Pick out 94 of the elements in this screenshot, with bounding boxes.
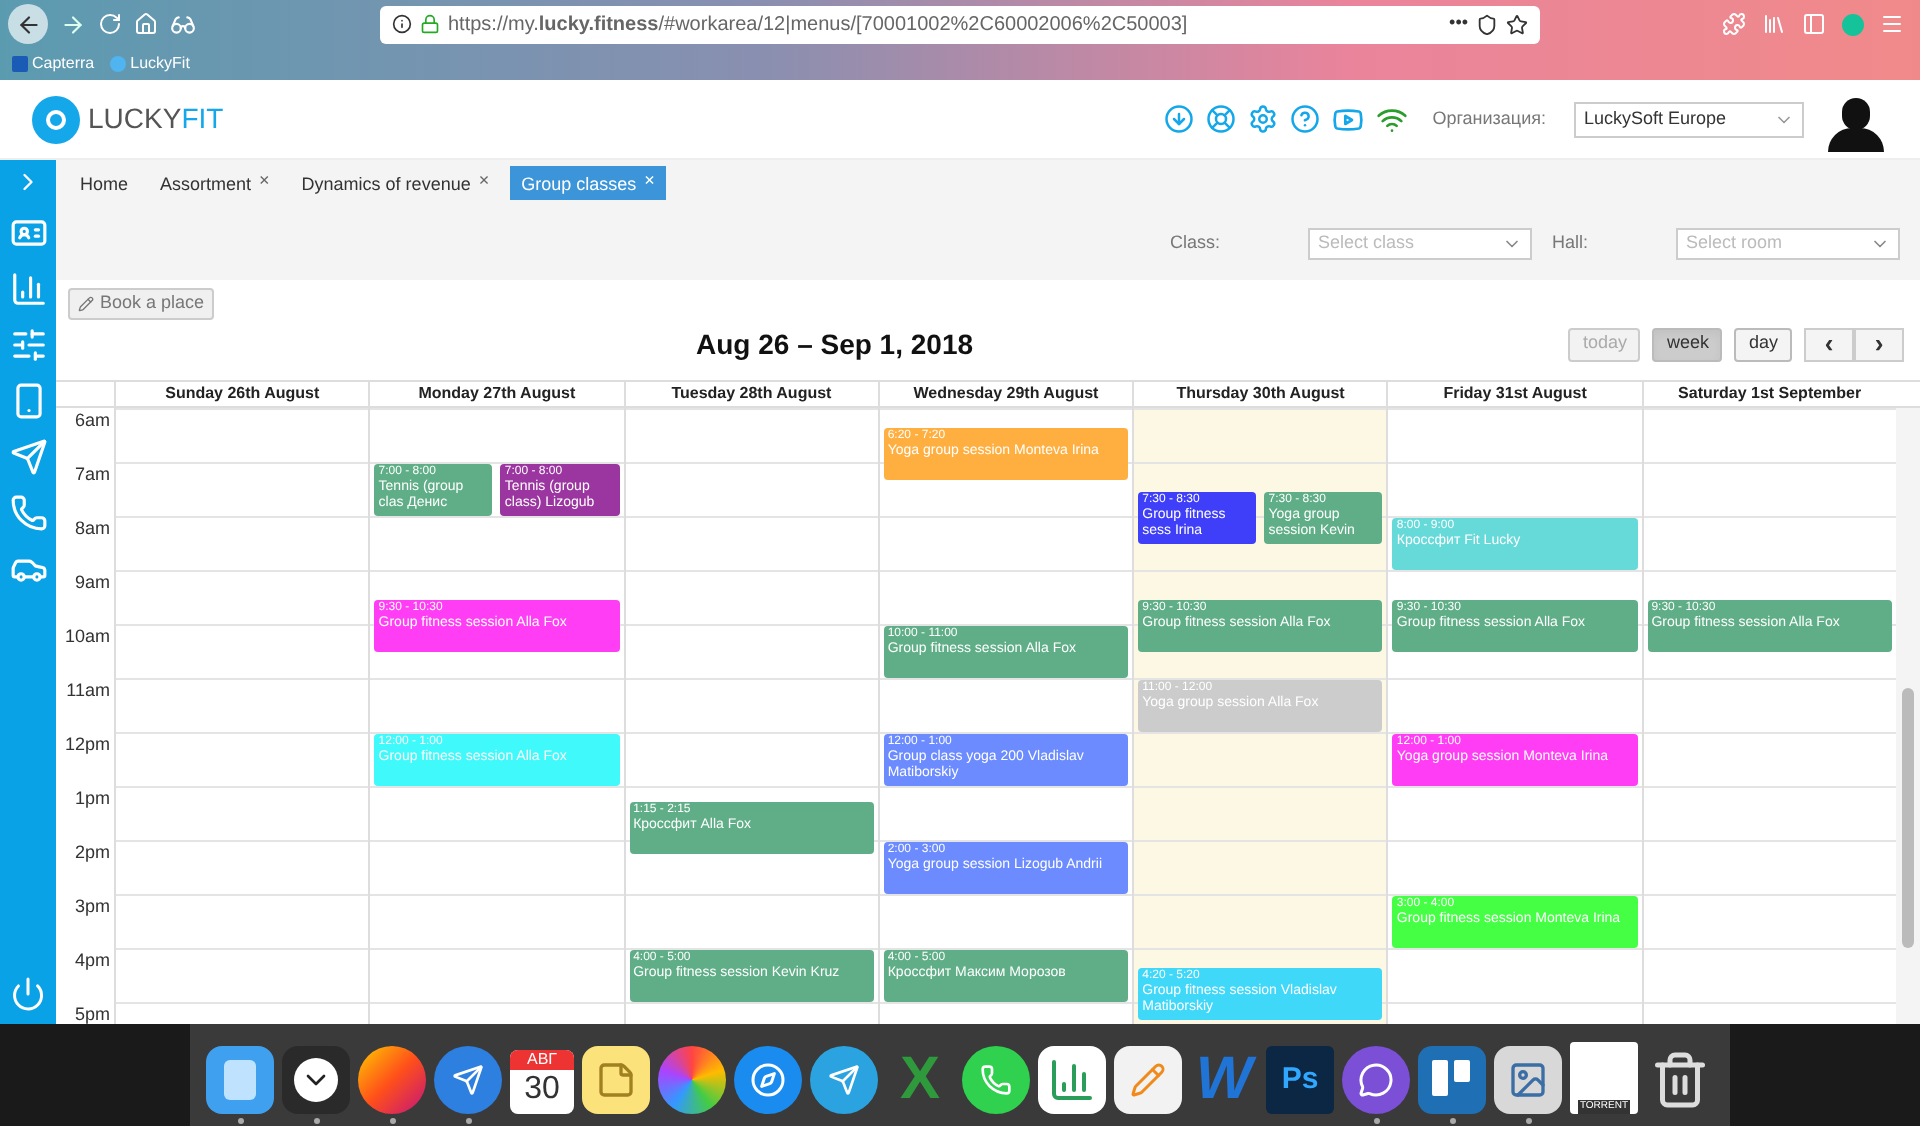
puzzle-icon[interactable]: [1722, 12, 1746, 36]
filter-select[interactable]: Select room: [1676, 228, 1900, 260]
trello-icon[interactable]: [1418, 1046, 1486, 1114]
numbers-icon[interactable]: [1038, 1046, 1106, 1114]
hour-label: 8am: [74, 516, 110, 540]
tab-close[interactable]: ×: [478, 172, 490, 188]
day-header: Saturday 1st September: [1641, 382, 1896, 406]
power-icon[interactable]: [10, 976, 46, 1012]
day-header: Tuesday 28th August: [623, 382, 878, 406]
hour-label: 9am: [74, 570, 110, 594]
hour-label: 11am: [66, 678, 110, 702]
tab-close[interactable]: ×: [644, 172, 655, 188]
library-icon[interactable]: [1762, 12, 1786, 36]
filter-placeholder: Select class: [1317, 230, 1415, 257]
organization-select[interactable]: LuckySoft Europe: [1574, 101, 1804, 137]
view-button[interactable]: day: [1734, 327, 1792, 361]
tab-label: Dynamics of revenue: [301, 172, 471, 198]
video-icon[interactable]: [1332, 103, 1365, 135]
scrollbar[interactable]: [1895, 408, 1920, 1024]
bookmark-favicon: [12, 56, 28, 72]
pencil-icon: [78, 296, 94, 312]
settings-icon[interactable]: [1248, 104, 1279, 134]
filter-select[interactable]: Select class: [1307, 228, 1532, 260]
hour-label: 6am: [74, 408, 110, 432]
day-header: Wednesday 29th August: [877, 382, 1133, 406]
forward-icon[interactable]: [60, 11, 86, 37]
hour-label: 3pm: [74, 894, 110, 918]
bookmark-star-icon[interactable]: [1506, 13, 1528, 35]
bar-chart-icon[interactable]: [9, 270, 47, 308]
more-button[interactable]: •••: [1449, 10, 1468, 38]
tab[interactable]: Group classes ×: [509, 166, 667, 200]
url-text: https://my.lucky.fitness/#workarea/12|menus/[70001002%2C60002006%2C50003]: [448, 11, 1188, 39]
bookmark-favicon: [110, 56, 127, 72]
day-header: Friday 31st August: [1386, 382, 1642, 406]
hour-label: 4pm: [74, 948, 110, 972]
bookmark-link[interactable]: Capterra: [12, 52, 95, 76]
home-icon[interactable]: [134, 12, 158, 36]
back-button[interactable]: [8, 4, 48, 44]
organization-label: Организация:: [1432, 105, 1546, 132]
tab-label: Home: [80, 172, 129, 198]
sidebar-icon[interactable]: [1802, 12, 1826, 36]
notes-icon[interactable]: [582, 1046, 650, 1114]
calendar-month: АВГ: [510, 1050, 574, 1070]
calendar-day: 30: [524, 1070, 560, 1110]
tab-label: Assortment: [160, 172, 252, 198]
preview-icon[interactable]: [1494, 1046, 1562, 1114]
photoshop-icon[interactable]: Ps: [1266, 1046, 1334, 1114]
back-arrow-icon: [15, 11, 41, 37]
menu-icon[interactable]: [1880, 12, 1904, 36]
download-icon[interactable]: [1164, 104, 1195, 134]
logo-text: LUCKY: [88, 100, 182, 138]
hour-label: 7am: [74, 462, 110, 486]
bookmark-link[interactable]: LuckyFit: [110, 52, 190, 76]
logo-accent-text: FIT: [181, 100, 224, 138]
tab[interactable]: Assortment ×: [148, 166, 282, 200]
day-header: Thursday 30th August: [1132, 382, 1387, 406]
day-header: Sunday 26th August: [114, 382, 369, 406]
view-button[interactable]: week: [1652, 327, 1723, 361]
url-field[interactable]: https://my.lucky.fitness/#workarea/12|menus/[70001002%2C60002006%2C50003] •••: [380, 5, 1540, 43]
excel-icon[interactable]: X: [886, 1046, 954, 1114]
reload-icon[interactable]: [98, 12, 122, 36]
hour-label: 10am: [64, 624, 110, 648]
hour-label: 2pm: [74, 840, 110, 864]
filter-label: Class:: [1169, 230, 1220, 257]
tab[interactable]: Dynamics of revenue ×: [289, 166, 502, 200]
filter-placeholder: Select room: [1686, 230, 1783, 257]
telegram-icon[interactable]: [810, 1046, 878, 1114]
phone-icon[interactable]: [9, 494, 47, 532]
logo-icon: [32, 95, 80, 143]
sliders-icon[interactable]: [9, 326, 47, 364]
hour-label: 5pm: [74, 1002, 110, 1024]
wifi-icon: [1376, 103, 1409, 135]
organization-value: LuckySoft Europe: [1584, 105, 1727, 132]
glasses-icon[interactable]: [170, 11, 196, 37]
tab-close[interactable]: ×: [259, 172, 270, 188]
calendar-app-icon[interactable]: АВГ 30: [510, 1050, 574, 1114]
previous-button[interactable]: ‹: [1804, 327, 1854, 361]
lock-icon: [420, 14, 440, 34]
day-header: Monday 27th August: [368, 382, 624, 406]
next-button[interactable]: ›: [1854, 327, 1904, 361]
id-card-icon[interactable]: [9, 214, 47, 252]
hour-label: 12pm: [64, 732, 110, 756]
info-icon[interactable]: [392, 14, 412, 34]
word-icon[interactable]: W: [1190, 1046, 1258, 1114]
calendar-title: Aug 26 – Sep 1, 2018: [696, 326, 974, 364]
book-button[interactable]: Book a place: [68, 288, 215, 320]
hour-label: 1pm: [74, 786, 110, 810]
tab[interactable]: Home: [68, 166, 141, 200]
filter-label: Hall:: [1551, 230, 1588, 257]
lifebuoy-icon[interactable]: [1206, 104, 1237, 134]
photos-icon[interactable]: [658, 1046, 726, 1114]
tab-label: Group classes: [521, 172, 637, 198]
help-icon[interactable]: [1290, 104, 1321, 134]
paper-plane-icon[interactable]: [9, 438, 47, 476]
